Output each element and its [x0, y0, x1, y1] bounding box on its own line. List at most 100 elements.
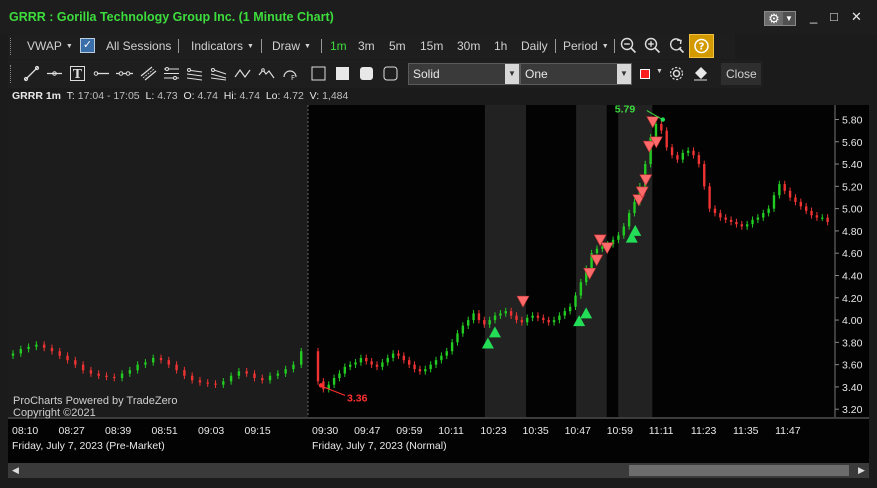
draw-label: Draw: [272, 39, 301, 53]
scrollbar-thumb[interactable]: [629, 465, 849, 476]
interval-1h[interactable]: 1h: [494, 39, 507, 53]
line-style-value: Solid: [413, 67, 440, 81]
rounded-outline-icon[interactable]: [382, 65, 399, 82]
x-tick-label: 11:11: [649, 425, 674, 437]
fib-fan-icon[interactable]: [186, 65, 203, 82]
divider: [555, 39, 556, 53]
candle-body: [756, 217, 760, 220]
candle-body: [627, 213, 631, 227]
candle-body: [424, 369, 427, 372]
candle-body: [113, 376, 116, 379]
all-sessions-checkbox[interactable]: ✓: [80, 38, 95, 53]
interval-15m[interactable]: 15m: [420, 39, 443, 53]
time-value: 17:04 - 17:05: [77, 90, 140, 102]
candle-body: [58, 351, 61, 356]
candle-body: [440, 355, 443, 361]
rectangle-outline-icon[interactable]: [310, 65, 327, 82]
gear-icon[interactable]: [668, 65, 685, 82]
arc-tool-icon[interactable]: F: [282, 65, 299, 82]
candle-body: [198, 380, 202, 383]
candle-body: [783, 184, 786, 191]
candle-body: [429, 364, 432, 370]
candle-body: [144, 362, 147, 365]
indicators-dropdown[interactable]: Indicators ▼: [191, 39, 254, 53]
candle-body: [579, 282, 583, 296]
window-settings-button[interactable]: ⚙ ▼: [764, 11, 796, 26]
color-dropdown-caret[interactable]: ▼: [656, 68, 663, 75]
chart-canvas[interactable]: 5.80 5.60 5.40 5.20 5.00 4.80 4.60 4.40 4.20 4.00…: [8, 104, 869, 463]
rounded-rectangle-icon[interactable]: [358, 65, 375, 82]
interval-3m[interactable]: 3m: [358, 39, 375, 53]
minimize-button[interactable]: _: [810, 10, 817, 24]
candle-body: [407, 360, 411, 365]
ray-line-icon[interactable]: [93, 65, 110, 82]
interval-30m[interactable]: 30m: [457, 39, 480, 53]
all-sessions-label[interactable]: All Sessions: [106, 39, 171, 53]
fibonacci-icon[interactable]: [163, 65, 180, 82]
extended-line-icon[interactable]: [116, 65, 133, 82]
price-chart[interactable]: 5.80 5.60 5.40 5.20 5.00 4.80 4.60 4.40 4.20 4.00…: [8, 104, 869, 465]
horizontal-scrollbar[interactable]: ◀ ▶: [8, 463, 869, 478]
candle-body: [74, 360, 77, 365]
x-tick-label: 09:59: [396, 425, 422, 437]
y-tick-label: 4.40: [842, 270, 863, 282]
color-swatch[interactable]: [640, 69, 650, 79]
help-button[interactable]: ?: [689, 34, 714, 58]
x-tick-label: 11:47: [775, 425, 801, 437]
rectangle-filled-icon[interactable]: [334, 65, 351, 82]
candle-body: [676, 155, 679, 160]
vwap-dropdown[interactable]: VWAP ▼: [27, 39, 73, 53]
chevron-down-icon[interactable]: ▼: [783, 12, 795, 25]
candle-body: [81, 364, 85, 371]
trend-line-icon[interactable]: [23, 65, 40, 82]
scroll-right-icon[interactable]: ▶: [854, 463, 869, 478]
y-tick-label: 5.00: [842, 204, 863, 216]
candle-body: [391, 353, 395, 358]
divider: [614, 39, 615, 53]
candle-body: [11, 353, 15, 356]
eraser-icon[interactable]: [692, 65, 709, 82]
gann-icon[interactable]: [210, 65, 227, 82]
vwap-label: VWAP: [27, 39, 62, 53]
wave-icon[interactable]: [258, 65, 275, 82]
candle-body: [767, 208, 770, 214]
zoom-out-icon[interactable]: [620, 37, 637, 54]
horizontal-line-icon[interactable]: [46, 65, 63, 82]
maximize-button[interactable]: □: [830, 10, 838, 24]
line-width-select[interactable]: One ▼: [520, 63, 632, 85]
candle-body: [229, 375, 233, 382]
divider: [321, 39, 322, 53]
candle-body: [386, 357, 389, 363]
draw-dropdown[interactable]: Draw ▼: [272, 39, 311, 53]
candle-body: [499, 313, 502, 316]
interval-5m[interactable]: 5m: [389, 39, 406, 53]
zoom-in-icon[interactable]: [644, 37, 661, 54]
candle-body: [338, 373, 341, 378]
candle-body: [826, 217, 829, 222]
candle-body: [402, 355, 406, 361]
question-icon: ?: [694, 38, 709, 54]
parallel-channel-icon[interactable]: [140, 65, 157, 82]
toolbar-grip[interactable]: [10, 65, 12, 83]
high-price-label: 5.79: [615, 105, 636, 116]
text-tool-icon[interactable]: T: [69, 65, 86, 82]
toolbar-grip[interactable]: [10, 38, 12, 55]
caret-down-icon: ▼: [247, 43, 254, 50]
title-bar: GRRR : Gorilla Technology Group Inc. (1 …: [0, 0, 877, 34]
scroll-left-icon[interactable]: ◀: [8, 463, 23, 478]
zigzag-icon[interactable]: [234, 65, 251, 82]
close-window-button[interactable]: ✕: [851, 10, 862, 24]
candle-body: [804, 206, 808, 211]
chevron-down-icon[interactable]: ▼: [617, 64, 631, 84]
candle-body: [821, 217, 824, 219]
zoom-reset-icon[interactable]: [668, 37, 685, 54]
interval-daily[interactable]: Daily: [521, 39, 548, 53]
candle-body: [206, 382, 209, 384]
line-style-select[interactable]: Solid ▼: [408, 63, 520, 85]
period-dropdown[interactable]: Period ▼: [563, 39, 609, 53]
close-toolbar-button[interactable]: Close: [721, 63, 761, 85]
symbol-label: GRRR 1m: [12, 90, 62, 102]
chevron-down-icon[interactable]: ▼: [505, 64, 519, 84]
x-tick-label: 10:11: [438, 425, 464, 437]
interval-1m[interactable]: 1m: [330, 39, 347, 53]
